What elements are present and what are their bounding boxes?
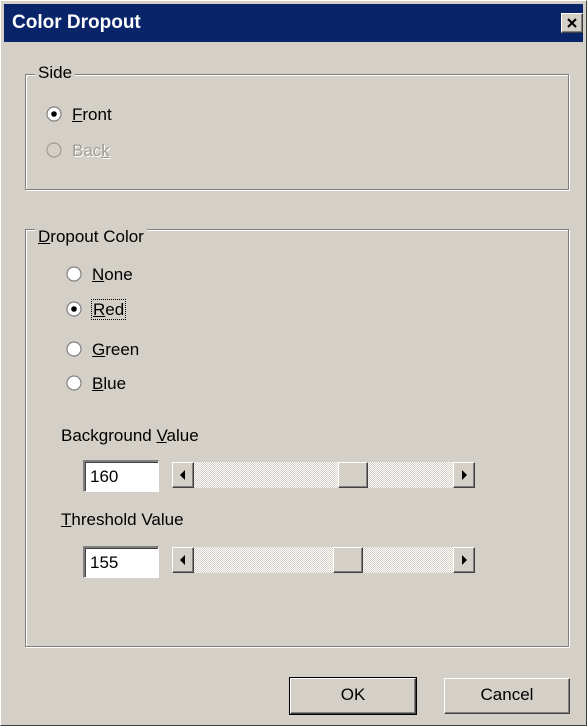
- background-scroll-thumb[interactable]: [338, 462, 368, 488]
- dropout-green-label: Green: [92, 340, 140, 359]
- radio-unselected-icon: [66, 375, 82, 391]
- background-value-slider[interactable]: [172, 462, 475, 488]
- side-front-label: Front: [72, 105, 112, 124]
- threshold-value-label: Threshold Value: [61, 510, 184, 529]
- background-scroll-right-button[interactable]: [453, 462, 475, 488]
- arrow-left-icon: [180, 555, 185, 565]
- threshold-scroll-left-button[interactable]: [172, 547, 194, 573]
- arrow-right-icon: [462, 555, 467, 565]
- side-legend: Side: [35, 63, 76, 83]
- title-bar[interactable]: Color Dropout: [4, 4, 583, 42]
- background-value-input[interactable]: 160: [83, 460, 159, 492]
- dropout-none-label: None: [92, 265, 133, 284]
- threshold-scroll-right-button[interactable]: [453, 547, 475, 573]
- radio-disabled-icon: [46, 142, 62, 158]
- window-title: Color Dropout: [12, 12, 141, 33]
- arrow-right-icon: [462, 470, 467, 480]
- radio-unselected-icon: [66, 266, 82, 282]
- ok-button[interactable]: OK: [289, 677, 417, 715]
- radio-unselected-icon: [66, 341, 82, 357]
- background-scroll-left-button[interactable]: [172, 462, 194, 488]
- radio-selected-icon: [46, 106, 62, 122]
- close-button[interactable]: [561, 13, 583, 33]
- threshold-scroll-thumb[interactable]: [333, 547, 363, 573]
- dropout-blue-label: Blue: [92, 374, 127, 393]
- close-x-icon: [567, 18, 577, 28]
- color-dropout-dialog: Color Dropout Side Front Back Dropout Co…: [0, 0, 587, 726]
- background-value-label: Background Value: [61, 426, 199, 445]
- dropout-color-legend: Dropout Color: [35, 227, 147, 247]
- dropout-red-label: Red: [90, 299, 127, 320]
- cancel-button[interactable]: Cancel: [444, 678, 570, 714]
- threshold-value-text: 155: [90, 553, 119, 572]
- side-back-label: Back: [72, 141, 110, 160]
- threshold-value-slider[interactable]: [172, 547, 475, 573]
- radio-selected-icon: [66, 301, 82, 317]
- side-groupbox: [25, 74, 569, 190]
- arrow-left-icon: [180, 470, 185, 480]
- threshold-value-input[interactable]: 155: [83, 546, 159, 578]
- background-value-text: 160: [90, 467, 119, 486]
